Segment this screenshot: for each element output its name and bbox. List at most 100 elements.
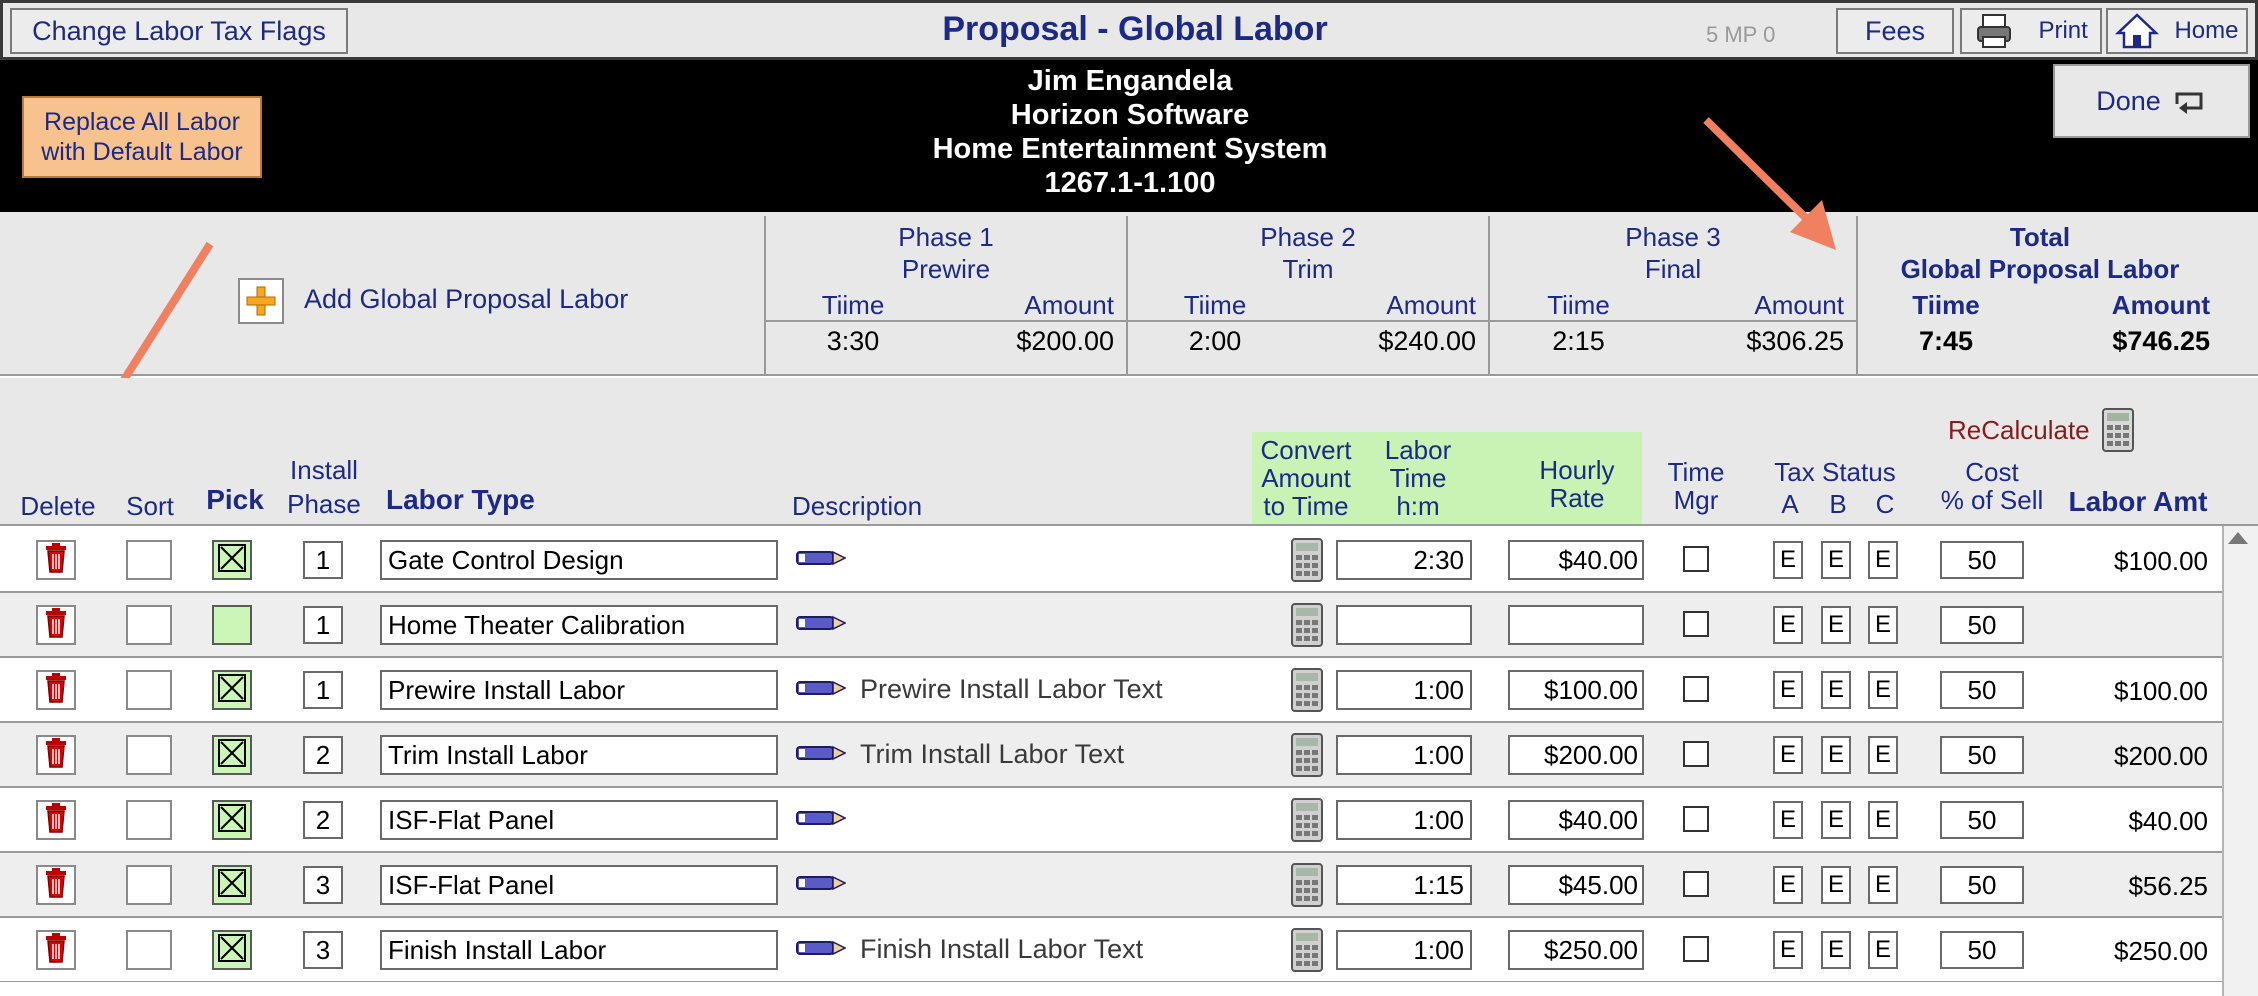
- cost-percent-field[interactable]: 50: [1940, 541, 2024, 579]
- convert-to-time-calculator-icon[interactable]: [1290, 798, 1324, 842]
- time-mgr-checkbox[interactable]: [1683, 611, 1709, 637]
- tax-b-field[interactable]: E: [1821, 606, 1851, 644]
- install-phase-field[interactable]: 2: [303, 801, 343, 839]
- time-mgr-checkbox[interactable]: [1683, 936, 1709, 962]
- labor-type-field[interactable]: Prewire Install Labor: [380, 670, 778, 710]
- time-mgr-checkbox[interactable]: [1683, 676, 1709, 702]
- sort-field[interactable]: [126, 800, 172, 840]
- labor-time-field[interactable]: 2:30: [1336, 540, 1472, 580]
- time-mgr-checkbox[interactable]: [1683, 741, 1709, 767]
- sort-field[interactable]: [126, 605, 172, 645]
- tax-b-field[interactable]: E: [1821, 931, 1851, 969]
- hourly-rate-field[interactable]: $200.00: [1508, 735, 1644, 775]
- edit-pencil-icon[interactable]: [796, 609, 847, 640]
- labor-time-field[interactable]: 1:15: [1336, 865, 1472, 905]
- edit-pencil-icon[interactable]: [796, 804, 847, 835]
- edit-pencil-icon[interactable]: [796, 739, 847, 770]
- tax-c-field[interactable]: E: [1868, 736, 1898, 774]
- delete-row-button[interactable]: [36, 865, 76, 905]
- labor-type-field[interactable]: ISF-Flat Panel: [380, 800, 778, 840]
- tax-b-field[interactable]: E: [1821, 671, 1851, 709]
- labor-type-field[interactable]: Trim Install Labor: [380, 735, 778, 775]
- cost-percent-field[interactable]: 50: [1940, 606, 2024, 644]
- tax-c-field[interactable]: E: [1868, 931, 1898, 969]
- convert-to-time-calculator-icon[interactable]: [1290, 928, 1324, 972]
- hourly-rate-field[interactable]: $40.00: [1508, 800, 1644, 840]
- time-mgr-checkbox[interactable]: [1683, 806, 1709, 832]
- labor-time-field[interactable]: 1:00: [1336, 930, 1472, 970]
- sort-field[interactable]: [126, 540, 172, 580]
- tax-a-field[interactable]: E: [1773, 801, 1803, 839]
- hourly-rate-field[interactable]: [1508, 605, 1644, 645]
- hourly-rate-field[interactable]: $40.00: [1508, 540, 1644, 580]
- hourly-rate-field[interactable]: $100.00: [1508, 670, 1644, 710]
- tax-c-field[interactable]: E: [1868, 866, 1898, 904]
- tax-a-field[interactable]: E: [1773, 671, 1803, 709]
- pick-checkbox[interactable]: [212, 865, 252, 905]
- edit-pencil-icon[interactable]: [796, 544, 847, 575]
- install-phase-field[interactable]: 1: [303, 671, 343, 709]
- pick-checkbox[interactable]: [212, 605, 252, 645]
- recalculate-button[interactable]: ReCalculate: [1948, 408, 2134, 452]
- labor-type-field[interactable]: Finish Install Labor: [380, 930, 778, 970]
- labor-time-field[interactable]: 1:00: [1336, 735, 1472, 775]
- vertical-scrollbar[interactable]: [2222, 526, 2258, 996]
- tax-b-field[interactable]: E: [1821, 736, 1851, 774]
- install-phase-field[interactable]: 3: [303, 931, 343, 969]
- install-phase-field[interactable]: 1: [303, 541, 343, 579]
- tax-a-field[interactable]: E: [1773, 931, 1803, 969]
- hourly-rate-field[interactable]: $45.00: [1508, 865, 1644, 905]
- scroll-up-arrow-icon[interactable]: [2228, 532, 2248, 544]
- convert-to-time-calculator-icon[interactable]: [1290, 863, 1324, 907]
- labor-type-field[interactable]: Home Theater Calibration: [380, 605, 778, 645]
- convert-to-time-calculator-icon[interactable]: [1290, 733, 1324, 777]
- install-phase-field[interactable]: 3: [303, 866, 343, 904]
- tax-b-field[interactable]: E: [1821, 801, 1851, 839]
- edit-pencil-icon[interactable]: [796, 934, 847, 965]
- tax-a-field[interactable]: E: [1773, 541, 1803, 579]
- tax-a-field[interactable]: E: [1773, 606, 1803, 644]
- pick-checkbox[interactable]: [212, 800, 252, 840]
- edit-pencil-icon[interactable]: [796, 674, 847, 705]
- install-phase-field[interactable]: 2: [303, 736, 343, 774]
- labor-time-field[interactable]: [1336, 605, 1472, 645]
- cost-percent-field[interactable]: 50: [1940, 931, 2024, 969]
- tax-b-field[interactable]: E: [1821, 541, 1851, 579]
- tax-c-field[interactable]: E: [1868, 671, 1898, 709]
- pick-checkbox[interactable]: [212, 540, 252, 580]
- delete-row-button[interactable]: [36, 605, 76, 645]
- convert-to-time-calculator-icon[interactable]: [1290, 538, 1324, 582]
- labor-type-field[interactable]: ISF-Flat Panel: [380, 865, 778, 905]
- delete-row-button[interactable]: [36, 930, 76, 970]
- labor-time-field[interactable]: 1:00: [1336, 670, 1472, 710]
- hourly-rate-field[interactable]: $250.00: [1508, 930, 1644, 970]
- cost-percent-field[interactable]: 50: [1940, 736, 2024, 774]
- edit-pencil-icon[interactable]: [796, 869, 847, 900]
- sort-field[interactable]: [126, 670, 172, 710]
- delete-row-button[interactable]: [36, 800, 76, 840]
- sort-field[interactable]: [126, 735, 172, 775]
- delete-row-button[interactable]: [36, 735, 76, 775]
- sort-field[interactable]: [126, 930, 172, 970]
- delete-row-button[interactable]: [36, 670, 76, 710]
- install-phase-field[interactable]: 1: [303, 606, 343, 644]
- time-mgr-checkbox[interactable]: [1683, 871, 1709, 897]
- cost-percent-field[interactable]: 50: [1940, 801, 2024, 839]
- pick-checkbox[interactable]: [212, 735, 252, 775]
- tax-c-field[interactable]: E: [1868, 801, 1898, 839]
- pick-checkbox[interactable]: [212, 670, 252, 710]
- delete-row-button[interactable]: [36, 540, 76, 580]
- convert-to-time-calculator-icon[interactable]: [1290, 668, 1324, 712]
- tax-b-field[interactable]: E: [1821, 866, 1851, 904]
- labor-time-field[interactable]: 1:00: [1336, 800, 1472, 840]
- tax-c-field[interactable]: E: [1868, 541, 1898, 579]
- time-mgr-checkbox[interactable]: [1683, 546, 1709, 572]
- sort-field[interactable]: [126, 865, 172, 905]
- cost-percent-field[interactable]: 50: [1940, 671, 2024, 709]
- labor-type-field[interactable]: Gate Control Design: [380, 540, 778, 580]
- convert-to-time-calculator-icon[interactable]: [1290, 603, 1324, 647]
- tax-a-field[interactable]: E: [1773, 736, 1803, 774]
- tax-a-field[interactable]: E: [1773, 866, 1803, 904]
- tax-c-field[interactable]: E: [1868, 606, 1898, 644]
- pick-checkbox[interactable]: [212, 930, 252, 970]
